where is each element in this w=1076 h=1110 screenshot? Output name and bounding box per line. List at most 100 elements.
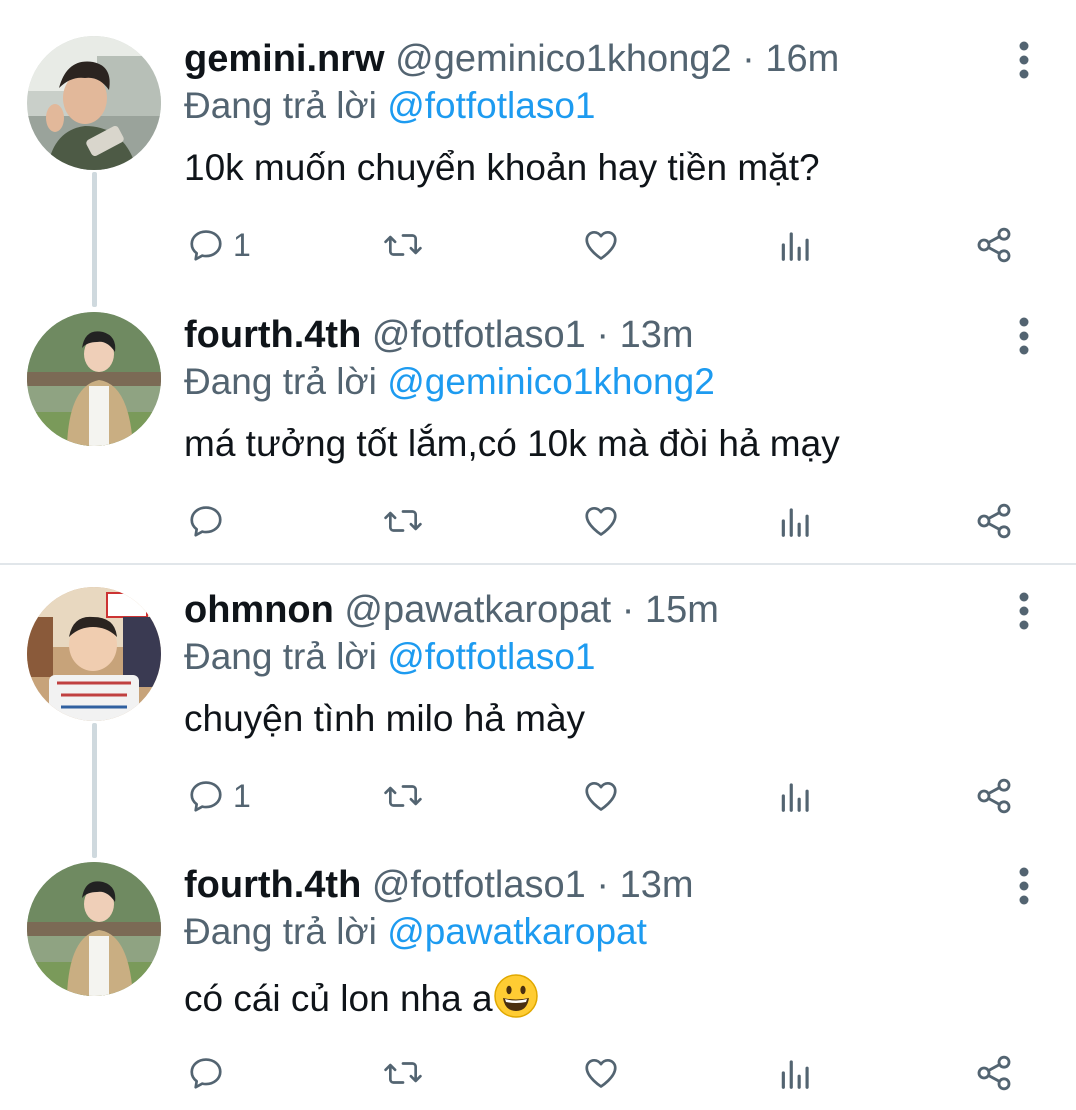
share-icon bbox=[977, 1055, 1011, 1091]
analytics-button[interactable] bbox=[778, 220, 814, 270]
replying-to-line: Đang trả lời @fotfotlaso1 bbox=[184, 634, 595, 680]
reply-icon bbox=[190, 230, 222, 261]
display-name[interactable]: ohmnon bbox=[184, 589, 334, 631]
reply-button[interactable]: 1 bbox=[187, 771, 251, 821]
tweet-header: fourth.4th @fotfotlaso1 · 13m bbox=[184, 312, 693, 358]
tweet-actions bbox=[184, 1048, 1034, 1098]
retweet-icon bbox=[384, 1062, 422, 1084]
analytics-icon bbox=[781, 508, 809, 537]
timestamp[interactable]: 13m bbox=[620, 314, 694, 356]
avatar[interactable] bbox=[27, 862, 161, 996]
retweet-button[interactable] bbox=[382, 496, 424, 546]
tweet-2[interactable]: fourth.4th @fotfotlaso1 · 13m Đang trả l… bbox=[0, 290, 1076, 563]
replying-to-line: Đang trả lời @pawatkaropat bbox=[184, 909, 647, 955]
mention-link[interactable]: @geminico1khong2 bbox=[387, 361, 715, 402]
reply-icon bbox=[190, 1058, 222, 1089]
reply-count: 1 bbox=[233, 777, 251, 814]
timestamp[interactable]: 16m bbox=[765, 38, 839, 80]
user-handle[interactable]: @fotfotlaso1 bbox=[372, 314, 586, 356]
like-button[interactable] bbox=[581, 771, 621, 821]
display-name[interactable]: gemini.nrw bbox=[184, 38, 385, 80]
analytics-icon bbox=[781, 232, 809, 261]
retweet-icon bbox=[384, 234, 422, 256]
reply-button[interactable]: 1 bbox=[187, 220, 251, 270]
tweet-header: gemini.nrw @geminico1khong2 · 16m bbox=[184, 36, 839, 82]
reply-count: 1 bbox=[233, 226, 251, 263]
vertical-ellipsis-icon bbox=[1019, 867, 1029, 905]
heart-icon bbox=[585, 781, 617, 811]
heart-icon bbox=[585, 230, 617, 260]
reply-button[interactable] bbox=[187, 496, 233, 546]
heart-icon bbox=[585, 506, 617, 536]
share-icon bbox=[977, 227, 1011, 263]
tweet-actions: 1 bbox=[184, 220, 1034, 270]
display-name[interactable]: fourth.4th bbox=[184, 864, 361, 906]
reply-button[interactable] bbox=[187, 1048, 233, 1098]
share-button[interactable] bbox=[974, 1048, 1014, 1098]
vertical-ellipsis-icon bbox=[1019, 317, 1029, 355]
reply-icon bbox=[190, 506, 222, 537]
display-name[interactable]: fourth.4th bbox=[184, 314, 361, 356]
mention-link[interactable]: @pawatkaropat bbox=[387, 911, 647, 952]
separator-dot: · bbox=[596, 314, 609, 356]
tweet-actions bbox=[184, 496, 1034, 546]
tweet-1[interactable]: gemini.nrw @geminico1khong2 · 16m Đang t… bbox=[0, 0, 1076, 307]
tweet-4[interactable]: fourth.4th @fotfotlaso1 · 13m Đang trả l… bbox=[0, 842, 1076, 1110]
grinning-face-emoji bbox=[493, 974, 538, 1018]
like-button[interactable] bbox=[581, 1048, 621, 1098]
thread-connector-line bbox=[92, 172, 97, 307]
heart-icon bbox=[585, 1058, 617, 1088]
mention-link[interactable]: @fotfotlaso1 bbox=[387, 85, 595, 126]
tweet-header: ohmnon @pawatkaropat · 15m bbox=[184, 587, 719, 633]
user-handle[interactable]: @pawatkaropat bbox=[344, 589, 611, 631]
tweet-text: 10k muốn chuyển khoản hay tiền mặt? bbox=[184, 147, 820, 188]
retweet-button[interactable] bbox=[382, 1048, 424, 1098]
vertical-ellipsis-icon bbox=[1019, 41, 1029, 79]
share-button[interactable] bbox=[974, 220, 1014, 270]
avatar[interactable] bbox=[27, 312, 161, 446]
profile-photo-gemini bbox=[27, 36, 161, 170]
share-button[interactable] bbox=[974, 771, 1014, 821]
reply-icon bbox=[190, 781, 222, 812]
tweet-actions: 1 bbox=[184, 771, 1034, 821]
tweet-text: má tưởng tốt lắm,có 10k mà đòi hả mạy bbox=[184, 423, 840, 464]
analytics-button[interactable] bbox=[778, 771, 814, 821]
timestamp[interactable]: 13m bbox=[620, 864, 694, 906]
profile-photo-fourth bbox=[27, 312, 161, 446]
share-button[interactable] bbox=[974, 496, 1014, 546]
user-handle[interactable]: @geminico1khong2 bbox=[395, 38, 731, 80]
more-options-button[interactable] bbox=[1010, 314, 1038, 358]
more-options-button[interactable] bbox=[1010, 589, 1038, 633]
user-handle[interactable]: @fotfotlaso1 bbox=[372, 864, 586, 906]
more-options-button[interactable] bbox=[1010, 38, 1038, 82]
separator-dot: · bbox=[742, 38, 755, 80]
tweet-text: có cái củ lon nha a bbox=[184, 978, 493, 1019]
separator-dot: · bbox=[621, 589, 635, 631]
like-button[interactable] bbox=[581, 220, 621, 270]
share-icon bbox=[977, 778, 1011, 814]
retweet-button[interactable] bbox=[382, 220, 424, 270]
replying-to-label: Đang trả lời bbox=[184, 911, 377, 952]
timestamp[interactable]: 15m bbox=[645, 589, 719, 631]
like-button[interactable] bbox=[581, 496, 621, 546]
retweet-icon bbox=[384, 510, 422, 532]
profile-photo-fourth bbox=[27, 862, 161, 996]
avatar[interactable] bbox=[27, 587, 161, 721]
more-options-button[interactable] bbox=[1010, 864, 1038, 908]
tweet-text-container: có cái củ lon nha a bbox=[184, 973, 539, 1022]
tweet-3[interactable]: ohmnon @pawatkaropat · 15m Đang trả lời … bbox=[0, 565, 1076, 858]
reply-thread-feed: gemini.nrw @geminico1khong2 · 16m Đang t… bbox=[0, 0, 1076, 1110]
thread-connector-line bbox=[92, 723, 97, 858]
replying-to-label: Đang trả lời bbox=[184, 636, 377, 677]
analytics-button[interactable] bbox=[778, 496, 814, 546]
replying-to-label: Đang trả lời bbox=[184, 361, 377, 402]
retweet-icon bbox=[384, 785, 422, 807]
tweet-header: fourth.4th @fotfotlaso1 · 13m bbox=[184, 862, 693, 908]
mention-link[interactable]: @fotfotlaso1 bbox=[387, 636, 595, 677]
avatar[interactable] bbox=[27, 36, 161, 170]
vertical-ellipsis-icon bbox=[1019, 592, 1029, 630]
replying-to-label: Đang trả lời bbox=[184, 85, 377, 126]
profile-photo-ohmnon bbox=[27, 587, 161, 721]
retweet-button[interactable] bbox=[382, 771, 424, 821]
analytics-button[interactable] bbox=[778, 1048, 814, 1098]
